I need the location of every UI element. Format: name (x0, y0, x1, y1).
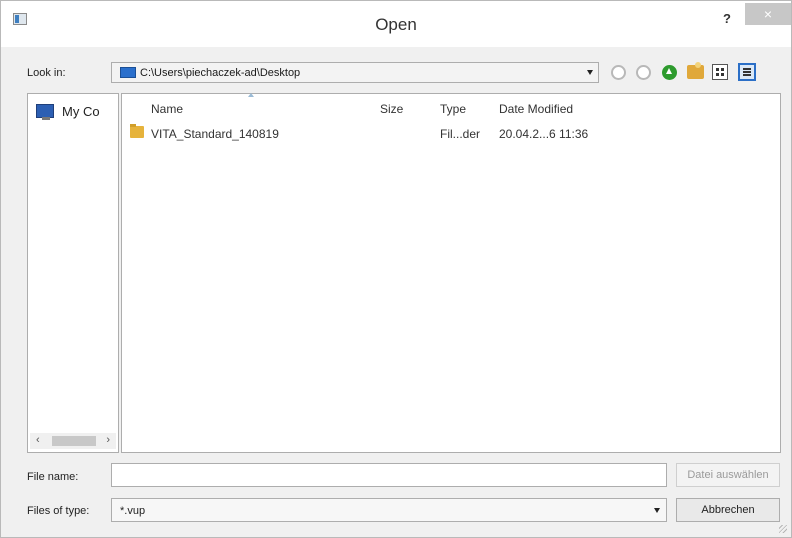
cancel-button[interactable]: Abbrechen (676, 498, 780, 522)
list-view-icon[interactable] (712, 64, 728, 80)
file-name-cell: VITA_Standard_140819 (151, 127, 279, 141)
parent-directory-icon[interactable] (662, 65, 677, 80)
forward-icon[interactable] (636, 65, 651, 80)
file-name-input[interactable] (111, 463, 667, 487)
scroll-right-arrow[interactable]: › (106, 434, 110, 446)
file-type-label: Files of type: (27, 505, 90, 517)
file-type-select[interactable]: *.vup (111, 498, 667, 522)
resize-grip-icon[interactable] (779, 525, 787, 533)
chevron-down-icon (654, 508, 660, 513)
file-type-cell: Fil...der (440, 127, 481, 141)
new-folder-icon[interactable] (687, 62, 704, 79)
dialog-title: Open (375, 15, 417, 34)
open-dialog: Open ? × Look in: C:\Users\piechaczek-ad… (0, 0, 792, 538)
close-button[interactable]: × (745, 3, 791, 25)
column-header-type[interactable]: Type (440, 102, 466, 116)
file-type-value: *.vup (120, 505, 146, 517)
column-header-name[interactable]: Name (151, 102, 183, 116)
column-header-date-modified[interactable]: Date Modified (499, 102, 573, 116)
folder-icon (130, 124, 144, 138)
file-name-label: File name: (27, 471, 79, 483)
look-in-combobox[interactable]: C:\Users\piechaczek-ad\Desktop (111, 62, 599, 83)
computer-icon (36, 104, 54, 120)
sort-indicator-icon (248, 93, 254, 97)
look-in-path: C:\Users\piechaczek-ad\Desktop (140, 67, 301, 79)
help-button[interactable]: ? (717, 9, 737, 29)
scroll-left-arrow[interactable]: ‹ (36, 434, 40, 446)
file-list: Name Size Type Date Modified VITA_Standa… (121, 93, 781, 453)
back-icon[interactable] (611, 65, 626, 80)
look-in-label: Look in: (27, 67, 66, 79)
scroll-thumb[interactable] (52, 436, 96, 446)
chevron-down-icon (587, 70, 593, 75)
sidebar: My Co ‹ › (27, 93, 119, 453)
select-file-button[interactable]: Datei auswählen (676, 463, 780, 487)
desktop-icon (120, 67, 136, 78)
sidebar-horizontal-scrollbar[interactable]: ‹ › (30, 433, 116, 449)
title-bar: Open ? × (1, 1, 791, 47)
table-row[interactable]: VITA_Standard_140819 Fil...der 20.04.2..… (124, 124, 774, 144)
file-date-cell: 20.04.2...6 11:36 (499, 127, 589, 141)
column-header-size[interactable]: Size (380, 102, 403, 116)
sidebar-item-label: My Co (62, 104, 100, 119)
detail-view-icon[interactable] (738, 63, 756, 81)
